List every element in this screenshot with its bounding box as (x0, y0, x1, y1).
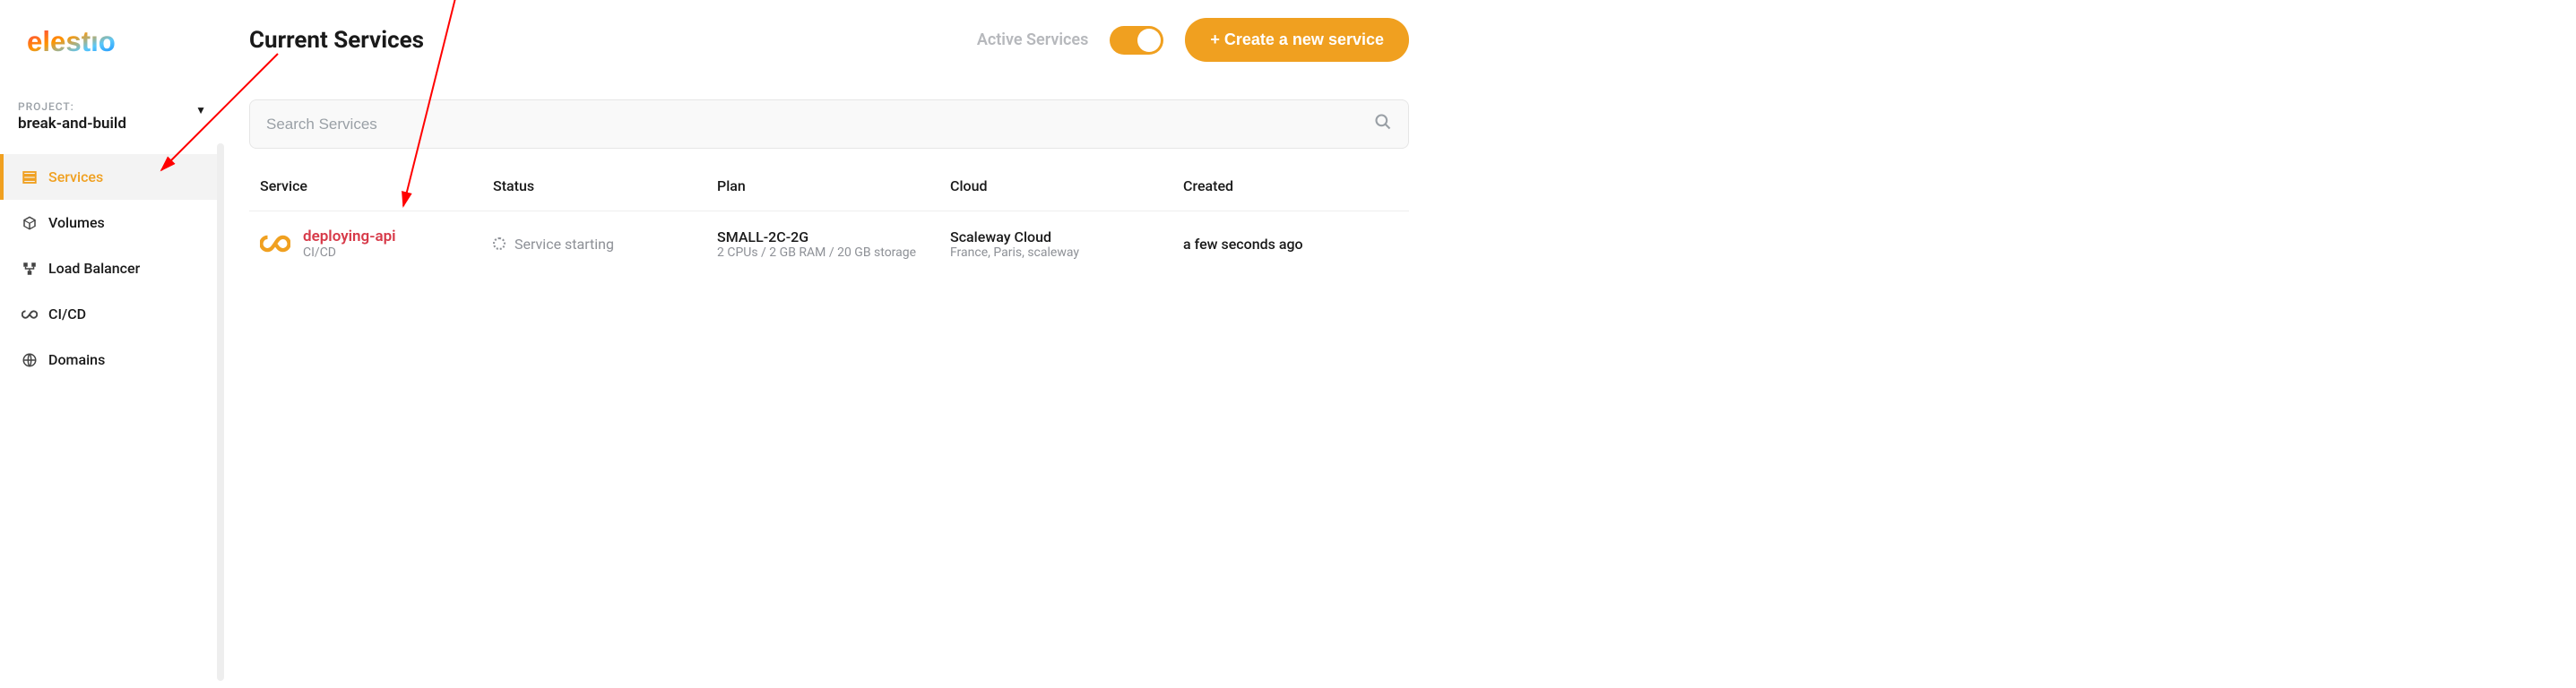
spinner-icon (493, 237, 506, 250)
toggle-knob (1137, 29, 1161, 52)
service-subtitle: CI/CD (303, 245, 396, 260)
sidebar-item-label: CI/CD (48, 305, 86, 322)
sidebar-nav: Services Volumes Load Balancer CI/CD (0, 150, 224, 383)
globe-icon (22, 352, 38, 368)
logo[interactable]: elestıo (0, 11, 224, 93)
active-services-label: Active Services (977, 30, 1089, 49)
services-table: Service Status Plan Cloud Created deploy… (249, 165, 1409, 272)
service-name: deploying-api (303, 228, 396, 245)
sidebar-item-services[interactable]: Services (0, 154, 224, 200)
project-label: PROJECT: (18, 100, 126, 113)
cube-icon (22, 215, 38, 231)
topbar: Current Services Active Services + Creat… (249, 18, 1409, 62)
infinity-icon (22, 306, 38, 322)
col-plan: Plan (717, 177, 950, 194)
search-input[interactable] (266, 116, 1363, 133)
sidebar-scrollbar[interactable] (217, 143, 224, 681)
cloud-name: Scaleway Cloud (950, 228, 1183, 245)
plan-spec: 2 CPUs / 2 GB RAM / 20 GB storage (717, 245, 950, 260)
network-icon (22, 261, 38, 277)
sidebar-item-domains[interactable]: Domains (0, 337, 224, 383)
chevron-down-icon: ▼ (195, 100, 206, 116)
main-content: Current Services Active Services + Creat… (224, 0, 1434, 688)
plan-name: SMALL-2C-2G (717, 228, 950, 245)
sidebar-item-label: Volumes (48, 214, 105, 231)
sidebar-item-volumes[interactable]: Volumes (0, 200, 224, 245)
page-title: Current Services (249, 27, 424, 54)
infinity-icon (260, 235, 290, 253)
svg-text:elestıo: elestıo (27, 26, 116, 57)
brand-logo-icon: elestıo (27, 18, 188, 66)
sidebar-item-label: Load Balancer (48, 260, 140, 277)
col-status: Status (493, 177, 717, 194)
project-name: break-and-build (18, 115, 126, 133)
sidebar-item-cicd[interactable]: CI/CD (0, 291, 224, 337)
project-selector[interactable]: PROJECT: break-and-build ▼ (0, 93, 224, 150)
active-services-toggle[interactable] (1110, 26, 1163, 55)
sidebar-item-label: Domains (48, 351, 105, 368)
sidebar: elestıo PROJECT: break-and-build ▼ Servi… (0, 0, 224, 688)
table-row[interactable]: deploying-api CI/CD Service starting SMA… (249, 211, 1409, 272)
server-icon (22, 169, 38, 185)
cloud-location: France, Paris, scaleway (950, 245, 1183, 260)
col-cloud: Cloud (950, 177, 1183, 194)
table-header: Service Status Plan Cloud Created (249, 165, 1409, 211)
search-box[interactable] (249, 99, 1409, 149)
sidebar-item-label: Services (48, 168, 103, 185)
col-created: Created (1183, 177, 1398, 194)
create-service-button[interactable]: + Create a new service (1185, 18, 1409, 62)
col-service: Service (260, 177, 493, 194)
service-status: Service starting (514, 236, 614, 253)
sidebar-item-load-balancer[interactable]: Load Balancer (0, 245, 224, 291)
created-time: a few seconds ago (1183, 236, 1398, 253)
search-icon (1374, 113, 1392, 135)
